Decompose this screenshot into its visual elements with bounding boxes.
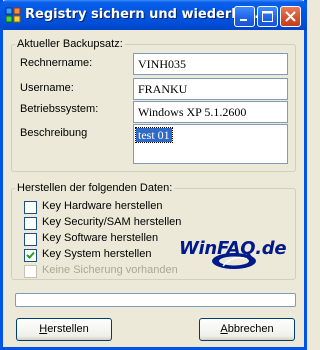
close-button[interactable] <box>280 6 301 27</box>
create-label: erstellen <box>47 323 89 335</box>
cancel-accel: A <box>220 323 228 335</box>
restore-options-group-title: Herstellen der folgenden Daten: <box>15 182 175 194</box>
maximize-button[interactable] <box>257 6 278 27</box>
checkbox-box[interactable] <box>24 217 37 230</box>
checkbox-box[interactable] <box>24 201 37 214</box>
checkbox-label: Key Security/SAM herstellen <box>42 216 182 228</box>
checkbox-label: Key Hardware herstellen <box>42 200 163 212</box>
backup-set-group-title: Aktueller Backupsatz: <box>15 38 125 50</box>
cancel-button[interactable]: Abbrechen <box>199 318 295 341</box>
title-bar[interactable]: Registry sichern und wiederhe... <box>0 0 307 30</box>
registry-icon <box>5 7 21 23</box>
checkbox-box <box>24 265 37 278</box>
dialog-window: Registry sichern und wiederhe... Aktuell… <box>0 0 307 350</box>
create-button[interactable]: Herstellen <box>16 318 112 341</box>
cancel-label: bbrechen <box>227 323 274 335</box>
description-field[interactable]: test 01 <box>133 124 288 164</box>
progress-bar <box>15 293 296 307</box>
logo-swoosh <box>212 253 256 269</box>
description-text: test 01 <box>135 127 173 143</box>
minimize-icon <box>240 19 247 21</box>
checkbox-box[interactable] <box>24 233 37 246</box>
winfaq-logo: WinFAQ.de <box>179 238 294 272</box>
checkbox-label: Key Software herstellen <box>42 232 159 244</box>
computer-name-field[interactable]: VINH035 <box>133 53 288 75</box>
checkbox-label: Keine Sicherung vorhanden <box>42 264 178 276</box>
os-label: Betriebssystem: <box>20 103 99 115</box>
description-label: Beschreibung <box>20 127 88 139</box>
checkbox-label: Key System herstellen <box>42 248 152 260</box>
close-icon <box>285 11 296 22</box>
checkbox-box[interactable] <box>24 249 37 262</box>
username-label: Username: <box>20 82 74 94</box>
create-accel: H <box>39 323 48 335</box>
checkmark-icon <box>26 251 35 259</box>
maximize-icon <box>262 11 273 22</box>
minimize-button[interactable] <box>234 6 255 27</box>
username-field[interactable]: FRANKU <box>133 78 288 100</box>
computer-name-label: Rechnername: <box>20 57 93 69</box>
os-field[interactable]: Windows XP 5.1.2600 <box>133 101 288 123</box>
window-title: Registry sichern und wiederhe... <box>25 7 265 22</box>
